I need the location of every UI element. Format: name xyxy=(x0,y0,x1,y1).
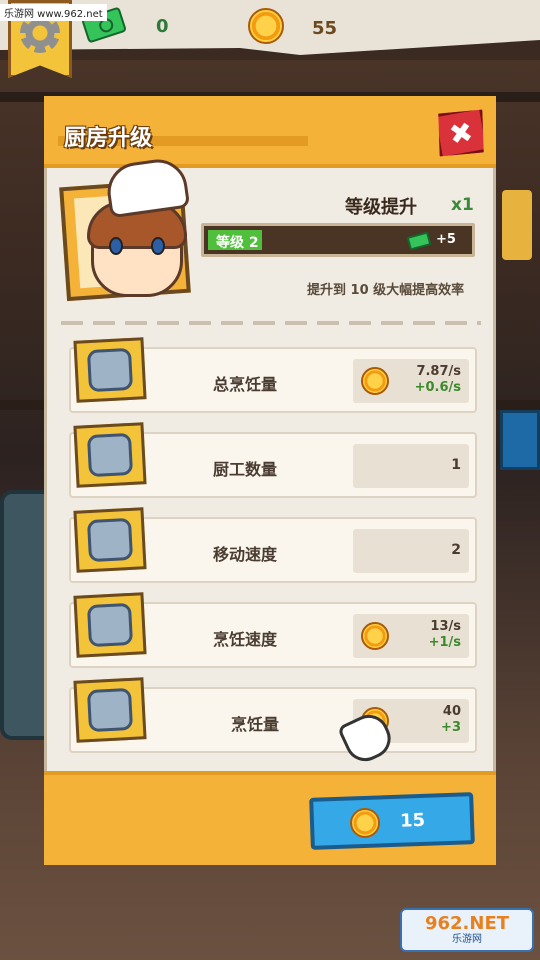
upgrade-button[interactable]: 15 xyxy=(309,792,475,850)
upgrade-cost: 15 xyxy=(399,809,426,832)
stat-value-box: 7.87/s +0.6/s xyxy=(353,359,469,403)
stat-value-box: 1 xyxy=(353,444,469,488)
watermark-logo: 962.NET 乐游网 xyxy=(400,908,534,952)
stat-label: 烹饪速度 xyxy=(213,630,278,649)
stat-delta: +0.6/s xyxy=(414,380,461,395)
level-up-label: 等级提升 xyxy=(345,197,417,218)
cash-amount: 0 xyxy=(156,16,169,37)
level-text: 等级 2 xyxy=(216,235,259,251)
coin-icon xyxy=(361,622,389,650)
boots-icon xyxy=(73,507,147,573)
level-multiplier[interactable]: x1 xyxy=(451,195,474,215)
stat-row-total-cooking: 总烹饪量 7.87/s +0.6/s xyxy=(69,337,477,413)
chef-icon xyxy=(73,337,147,403)
stat-label: 烹饪量 xyxy=(231,715,280,734)
stat-value-box: 2 xyxy=(353,529,469,573)
chef-eye xyxy=(109,237,123,255)
dialog-title: 厨房升级 xyxy=(64,126,153,151)
dialog-footer: 15 xyxy=(44,771,496,865)
stat-value: 2 xyxy=(451,542,461,558)
stat-row-cooking-speed: 烹饪速度 13/s +1/s xyxy=(69,592,477,668)
kitchen-upgrade-dialog: 厨房升级 ✖ 等级提升 x1 等级 2 +5 提升到 10 级大幅提高效率 总烹… xyxy=(44,96,496,865)
stat-row-cooking-amount: 烹饪量 40 +3 xyxy=(69,677,477,753)
stat-value: 40 xyxy=(442,704,461,719)
chef-eye xyxy=(151,237,165,255)
stat-delta: +3 xyxy=(441,720,461,735)
coin-icon xyxy=(248,8,284,44)
coin-icon xyxy=(361,367,389,395)
coin-amount: 55 xyxy=(312,18,338,39)
stat-label: 移动速度 xyxy=(213,545,278,564)
stat-delta: +1/s xyxy=(428,635,461,650)
chef-icon xyxy=(73,422,147,488)
stat-label: 总烹饪量 xyxy=(213,375,278,394)
pot-icon xyxy=(73,592,147,658)
pot-icon xyxy=(73,677,147,743)
level-hint: 提升到 10 级大幅提高效率 xyxy=(307,283,465,298)
stat-value-box: 13/s +1/s xyxy=(353,614,469,658)
background-lamp xyxy=(502,190,532,260)
dialog-header: 厨房升级 ✖ xyxy=(44,96,496,168)
stat-row-worker-count: 厨工数量 1 xyxy=(69,422,477,498)
level-progress-bar: 等级 2 +5 xyxy=(201,223,475,257)
cash-icon xyxy=(406,231,432,251)
stat-value: 13/s xyxy=(430,619,461,634)
stat-value: 7.87/s xyxy=(416,364,461,379)
watermark-text: 乐游网 www.962.net xyxy=(0,4,107,21)
divider xyxy=(61,321,481,325)
stat-label: 厨工数量 xyxy=(213,460,278,479)
close-button[interactable]: ✖ xyxy=(432,106,489,160)
stat-row-move-speed: 移动速度 2 xyxy=(69,507,477,583)
level-bonus: +5 xyxy=(436,232,456,247)
coin-icon xyxy=(349,807,381,839)
watermark-logo-text: 962.NET xyxy=(424,913,510,934)
stat-value: 1 xyxy=(451,457,461,473)
background-cabinet xyxy=(500,410,540,470)
watermark-logo-subtext: 乐游网 xyxy=(452,934,482,945)
close-icon: ✖ xyxy=(446,114,476,152)
